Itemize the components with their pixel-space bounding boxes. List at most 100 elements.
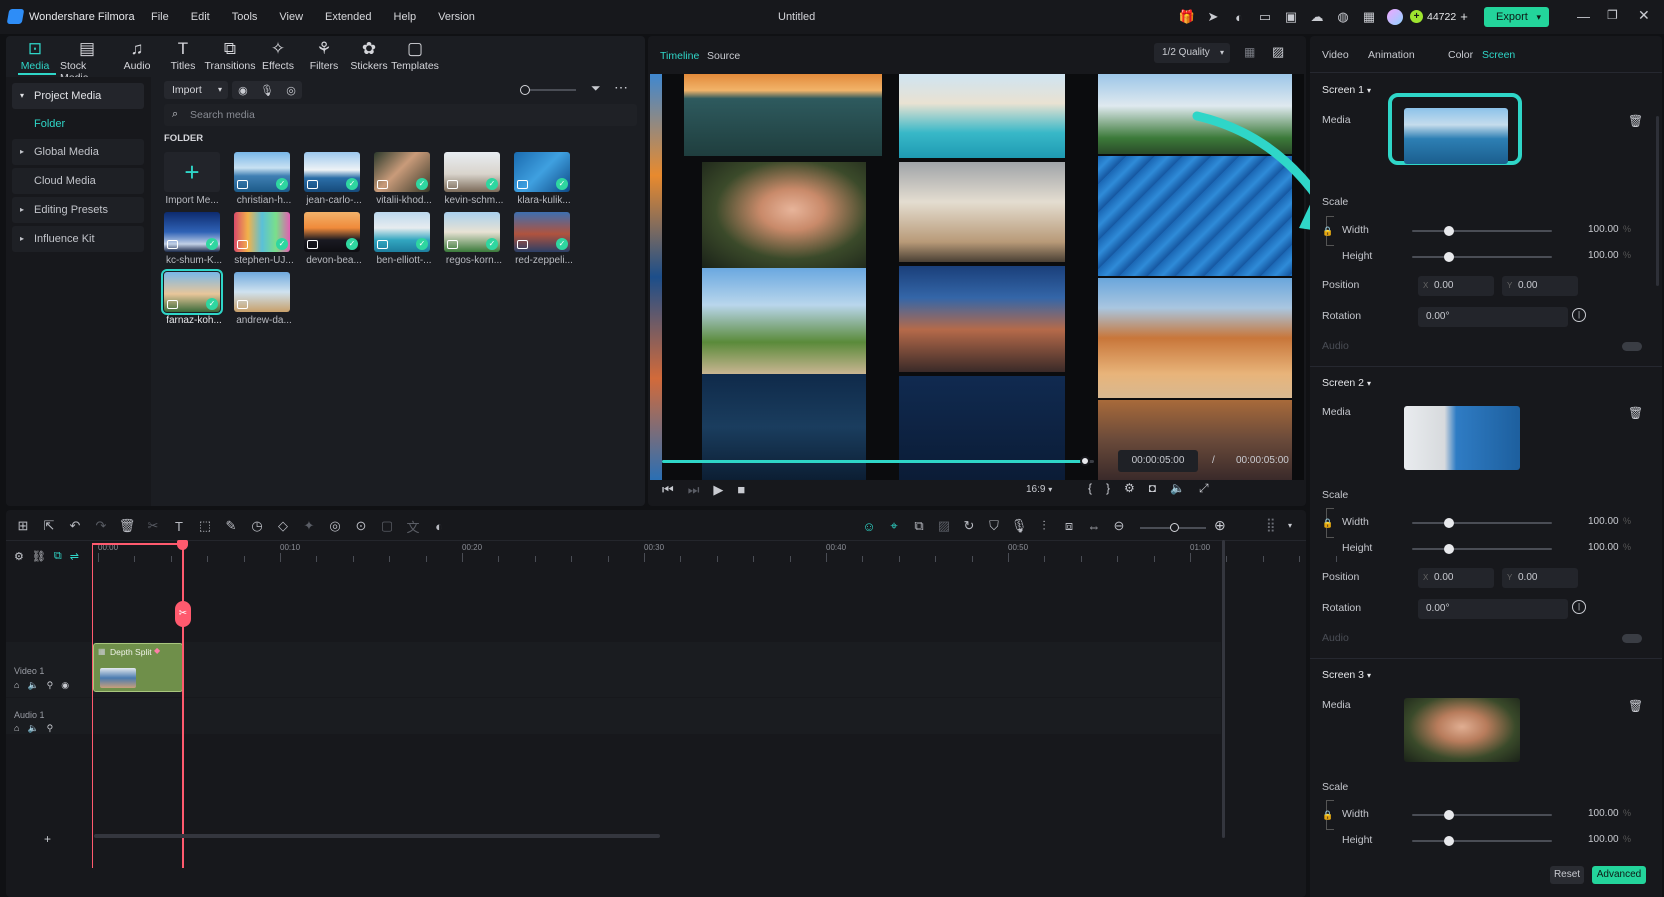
media-item[interactable]: ✓ ben-elliott-... [374,212,434,266]
screen-3-media-thumb[interactable] [1404,698,1520,762]
stabilize-icon[interactable]: ◐ [428,515,450,537]
eye-icon[interactable]: ◉ [61,680,69,691]
media-item[interactable]: ✓ christian-h... [234,152,294,206]
voiceover-icon[interactable]: ◎ [286,84,296,97]
reset-button[interactable]: Reset [1550,866,1584,884]
snapshot-icon[interactable]: ▨ [933,515,955,537]
current-time[interactable]: 00:00:05:00 [1118,450,1198,472]
layout-icon[interactable]: ▭ [1252,6,1278,28]
audio-toggle[interactable] [1622,342,1642,351]
save-icon[interactable]: ▣ [1278,6,1304,28]
timeline-horizontal-scrollbar[interactable] [94,834,660,838]
redo-icon[interactable]: ↷ [90,515,112,537]
ripple-icon[interactable]: ⌖ [883,515,905,537]
sidebar-item-editing-presets[interactable]: ▸ Editing Presets [12,197,144,223]
motion-track-icon[interactable]: ⊙ [350,515,372,537]
previous-frame-icon[interactable]: ⏮ [662,482,674,498]
sidebar-item-cloud-media[interactable]: Cloud Media [12,168,144,194]
stop-icon[interactable]: ■ [737,482,745,498]
position-x-input[interactable]: X 0.00 [1418,276,1494,296]
gift-icon[interactable]: 🎁 [1174,6,1200,28]
minimize-icon[interactable]: — [1577,9,1590,24]
media-item[interactable]: ✓ jean-carlo-... [304,152,364,206]
slider-knob[interactable] [1444,252,1454,262]
aspect-ratio-dropdown[interactable]: 16:9 ▾ [1026,484,1052,495]
slider-knob[interactable] [1170,523,1179,532]
microphone-icon[interactable]: 🎙 [1008,515,1030,537]
playhead-line[interactable] [182,543,184,868]
shield-icon[interactable]: ⛉ [983,515,1005,537]
next-frame-icon[interactable]: ⏭ [688,482,700,498]
apps-icon[interactable]: ▦ [1356,6,1382,28]
slider-knob[interactable] [1444,836,1454,846]
properties-scrollbar[interactable] [1656,116,1659,286]
sidebar-item-project-media[interactable]: ▾ Project Media [12,83,144,109]
marker-icon[interactable]: ⧉ [908,515,930,537]
split-icon[interactable]: ✂ [142,515,164,537]
media-item[interactable]: ✓ kc-shum-K... [164,212,224,266]
width-value[interactable]: 100.00 [1588,224,1619,235]
record-screen-icon[interactable]: ◉ [238,84,248,97]
rotation-input[interactable]: 0.00° [1418,599,1568,619]
add-track-icon[interactable]: ⚙ [14,550,24,563]
delete-icon[interactable]: 🗑 [1628,114,1643,128]
keyframe-icon[interactable]: ◇ [272,515,294,537]
undo-icon[interactable]: ↶ [64,515,86,537]
zoom-in-icon[interactable]: ⊕ [1214,517,1226,534]
link-icon[interactable]: ⛓ [32,550,46,563]
height-value[interactable]: 100.00 [1588,542,1619,553]
height-value[interactable]: 100.00 [1588,250,1619,261]
folder-icon[interactable]: ⌂ [14,680,19,691]
tab-source[interactable]: Source [707,50,740,62]
zoom-slider[interactable] [1140,523,1206,532]
media-item[interactable]: ✓ devon-bea... [304,212,364,266]
thumbnail-size-slider[interactable] [520,85,576,95]
tab-transitions[interactable]: ⧉ Transitions [205,38,256,84]
lock-icon[interactable]: ⚲ [47,723,54,734]
speed-icon[interactable]: ◷ [246,515,268,537]
auto-ripple-icon[interactable]: ⇌ [70,550,79,563]
mark-out-icon[interactable]: } [1106,481,1110,496]
credits-badge[interactable]: + 44722 + [1410,9,1468,24]
import-dropdown[interactable]: Import ▾ [164,81,228,99]
import-media-tile[interactable]: + Import Me... [164,152,222,206]
media-item[interactable]: ✓ stephen-UJ... [234,212,294,266]
slider-knob[interactable] [520,85,530,95]
translate-icon[interactable]: 文 [402,515,424,537]
search-input[interactable]: ⌕ Search media [164,104,637,126]
tab-stickers[interactable]: ✿ Stickers [346,38,392,84]
timeline-clip[interactable]: ▦ Depth Split ◆ [93,643,183,692]
height-slider[interactable] [1412,252,1552,262]
tab-screen[interactable]: Screen [1482,49,1532,61]
menu-edit[interactable]: Edit [191,11,210,23]
rotation-dial-icon[interactable]: | [1572,600,1586,614]
fit-icon[interactable]: ⇔ [1083,515,1105,537]
height-slider[interactable] [1412,544,1552,554]
volume-icon[interactable]: 🔈 [1170,481,1185,496]
tab-timeline[interactable]: Timeline [660,50,699,62]
screen-2-media-thumb[interactable] [1404,406,1520,470]
playback-progress[interactable] [662,456,1094,466]
ai-tool-icon[interactable]: ✦ [298,515,320,537]
lock-icon[interactable]: 🔒 [1322,810,1333,821]
media-item[interactable]: andrew-da... [234,272,294,326]
microphone-icon[interactable]: 🎙 [260,84,274,97]
render-icon[interactable]: ⚙ [1124,481,1135,496]
filter-icon[interactable]: ⏷ [591,81,601,96]
timeline-vertical-scrollbar[interactable] [1222,540,1225,838]
media-item-selected[interactable]: ✓ farnaz-koh... [161,269,224,326]
quality-dropdown[interactable]: 1/2 Quality ▾ [1154,43,1230,63]
menu-view[interactable]: View [279,11,303,23]
menu-help[interactable]: Help [394,11,417,23]
width-value[interactable]: 100.00 [1588,808,1619,819]
sidebar-item-influence-kit[interactable]: ▸ Influence Kit [12,226,144,252]
width-slider[interactable] [1412,226,1552,236]
close-icon[interactable]: ✕ [1638,7,1650,24]
advanced-button[interactable]: Advanced [1592,866,1646,884]
ai-mate-icon[interactable]: ☺ [858,515,880,537]
volume-icon[interactable]: 🔈 [27,680,38,691]
pip-icon[interactable]: ⧈ [1058,515,1080,537]
position-y-input[interactable]: Y 0.00 [1502,276,1578,296]
slider-knob[interactable] [1444,544,1454,554]
export-button[interactable]: Export ▾ [1484,7,1549,27]
